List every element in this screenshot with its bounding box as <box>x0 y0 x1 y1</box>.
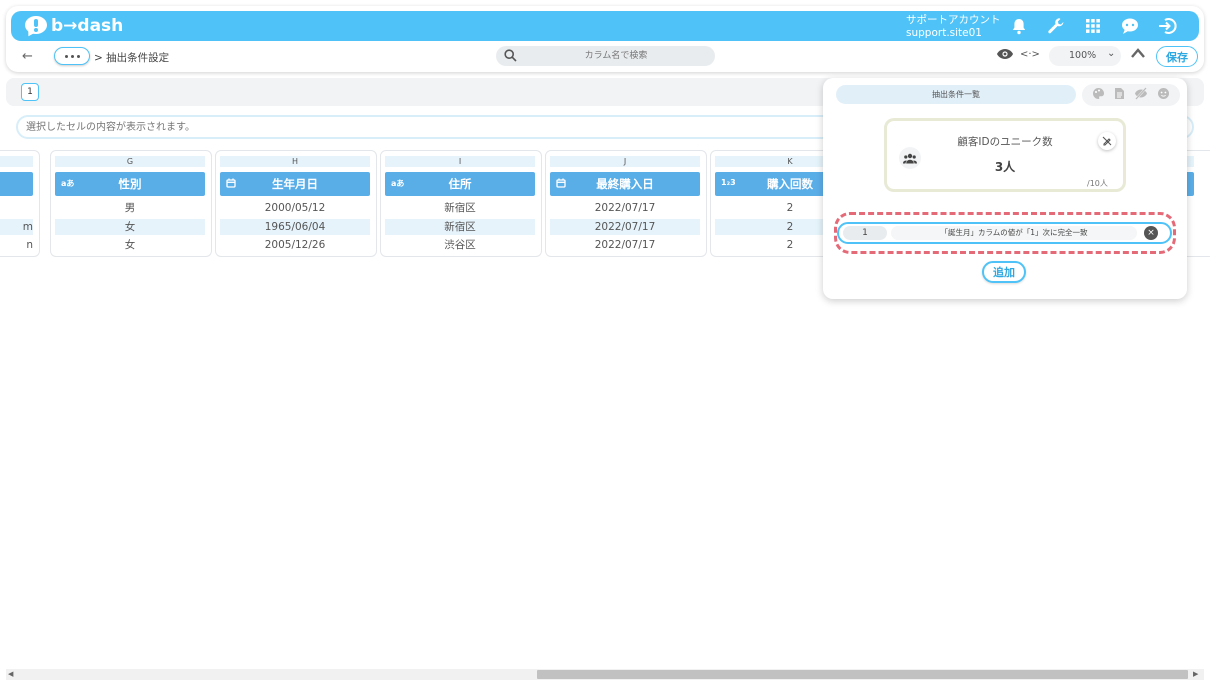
toolbar: ← > 抽出条件設定 <·> 100% ⌄ 保存 <box>6 44 1204 70</box>
search-input[interactable] <box>526 48 706 64</box>
chat-bot-icon[interactable] <box>1120 16 1140 36</box>
calendar-icon <box>556 178 566 190</box>
brand-logo[interactable]: b→dash <box>23 15 124 39</box>
table-cell[interactable]: 女 <box>55 237 205 253</box>
app-header: b→dash サポートアカウント support.site01 ← > 抽出条件… <box>6 6 1204 72</box>
stat-value: 3人 <box>994 160 1016 174</box>
scroll-right-icon[interactable]: ▶ <box>1193 670 1198 678</box>
sheet-tab-1[interactable]: 1 <box>21 83 39 101</box>
column-header[interactable]: 生年月日 <box>220 172 370 196</box>
number-type-icon: 1₂3 <box>721 178 736 187</box>
save-button[interactable]: 保存 <box>1156 46 1198 67</box>
table-cell[interactable]: 男 <box>55 200 205 216</box>
panel-icon-group <box>1082 84 1180 106</box>
document-icon[interactable] <box>1114 87 1125 103</box>
table-cell[interactable]: 新宿区 <box>385 200 535 216</box>
stat-total: /10人 <box>1087 179 1108 188</box>
column-header[interactable]: aあ 住所 <box>385 172 535 196</box>
close-icon[interactable]: × <box>1144 226 1158 240</box>
calendar-icon <box>226 178 236 190</box>
more-options-button[interactable] <box>54 47 90 65</box>
account-name: サポートアカウント <box>906 14 1001 26</box>
edit-off-icon[interactable] <box>1098 132 1116 150</box>
table-cell[interactable] <box>0 200 33 216</box>
table-cell[interactable]: 2022/07/17 <box>550 200 700 216</box>
face-icon[interactable] <box>1157 87 1170 103</box>
column-letter <box>0 156 33 167</box>
column-header-label: 購入回数 <box>767 177 813 191</box>
column-partial[interactable]: m n <box>0 150 40 257</box>
account-info[interactable]: サポートアカウント support.site01 <box>906 14 1001 40</box>
logo-mark-icon <box>23 15 49 39</box>
breadcrumb: > 抽出条件設定 <box>94 52 170 64</box>
eye-icon[interactable] <box>996 48 1014 63</box>
table-cell[interactable]: 2022/07/17 <box>550 237 700 253</box>
condition-text[interactable]: 「誕生月」カラムの値が「1」次に完全一致 <box>891 226 1137 240</box>
back-button[interactable]: ← <box>22 49 33 64</box>
column-header[interactable] <box>0 172 33 196</box>
column-header-label: 性別 <box>118 177 142 191</box>
column-letter: H <box>220 156 370 167</box>
code-toggle-icon[interactable]: <·> <box>1020 49 1040 60</box>
table-cell[interactable]: 新宿区 <box>385 219 535 235</box>
zoom-select[interactable]: 100% ⌄ <box>1049 46 1121 66</box>
column-search <box>496 46 715 66</box>
table-cell[interactable]: 女 <box>55 219 205 235</box>
account-site: support.site01 <box>906 27 982 39</box>
column-header[interactable]: aあ 性別 <box>55 172 205 196</box>
column-header-label: 住所 <box>448 177 472 191</box>
text-type-icon: aあ <box>391 179 405 188</box>
brand-name: b→dash <box>51 16 124 36</box>
scroll-left-icon[interactable]: ◀ <box>8 670 13 678</box>
zoom-value: 100% <box>1069 50 1097 61</box>
top-bar: b→dash サポートアカウント support.site01 <box>11 11 1199 41</box>
column-g[interactable]: G aあ 性別 男 女 女 <box>50 150 212 257</box>
chevron-down-icon: ⌄ <box>1107 48 1116 59</box>
cell-content-input[interactable] <box>26 119 726 135</box>
chevron-up-icon[interactable] <box>1130 47 1146 62</box>
stat-title: 顧客IDのユニーク数 <box>957 136 1053 148</box>
unique-count-card: 顧客IDのユニーク数 3人 /10人 <box>884 118 1126 192</box>
column-header-label: 最終購入日 <box>596 177 654 191</box>
search-icon <box>504 49 517 65</box>
extraction-condition-panel: 抽出条件一覧 顧客IDのユニーク数 3人 /10人 1 「誕生月」カラムの値が「… <box>823 78 1187 299</box>
column-letter: G <box>55 156 205 167</box>
top-icon-group <box>1009 16 1177 36</box>
grid-apps-icon[interactable] <box>1083 16 1103 36</box>
scrollbar-thumb[interactable] <box>537 670 1188 679</box>
logout-icon[interactable] <box>1157 16 1177 36</box>
table-cell[interactable]: 1965/06/04 <box>220 219 370 235</box>
add-condition-button[interactable]: 追加 <box>982 261 1026 283</box>
bell-icon[interactable] <box>1009 16 1029 36</box>
table-cell[interactable]: n <box>0 237 33 253</box>
column-header[interactable]: 最終購入日 <box>550 172 700 196</box>
column-letter: J <box>550 156 700 167</box>
column-header-label: 生年月日 <box>272 177 318 191</box>
condition-row[interactable]: 1 「誕生月」カラムの値が「1」次に完全一致 × <box>837 222 1172 244</box>
column-letter: I <box>385 156 535 167</box>
horizontal-scrollbar[interactable]: ◀ ▶ <box>6 669 1204 680</box>
table-cell[interactable]: 2000/05/12 <box>220 200 370 216</box>
table-cell[interactable]: 2005/12/26 <box>220 237 370 253</box>
condition-list-tab[interactable]: 抽出条件一覧 <box>836 85 1076 104</box>
column-i[interactable]: I aあ 住所 新宿区 新宿区 渋谷区 <box>380 150 542 257</box>
text-type-icon: aあ <box>61 179 75 188</box>
palette-icon[interactable] <box>1092 87 1105 103</box>
table-cell[interactable]: 渋谷区 <box>385 237 535 253</box>
table-cell[interactable]: 2022/07/17 <box>550 219 700 235</box>
wrench-icon[interactable] <box>1046 16 1066 36</box>
table-cell[interactable]: m <box>0 219 33 235</box>
column-h[interactable]: H 生年月日 2000/05/12 1965/06/04 2005/12/26 <box>215 150 377 257</box>
condition-number[interactable]: 1 <box>843 226 887 240</box>
visibility-off-icon[interactable] <box>1134 87 1148 103</box>
column-j[interactable]: J 最終購入日 2022/07/17 2022/07/17 2022/07/17 <box>545 150 707 257</box>
